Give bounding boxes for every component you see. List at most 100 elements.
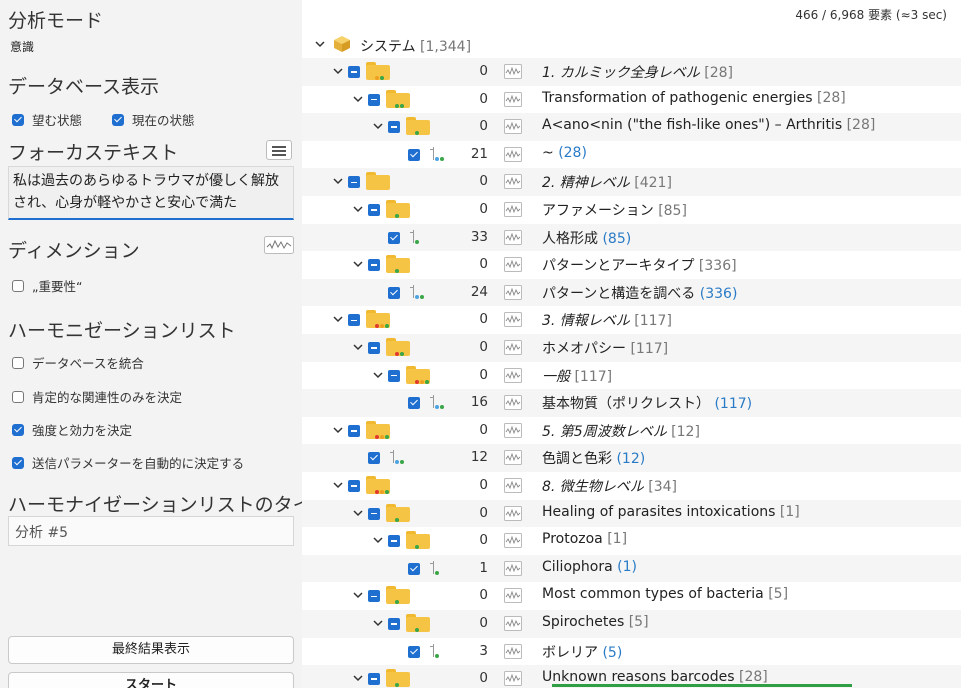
chevron-down-icon[interactable] — [332, 65, 344, 77]
tristate-checkbox-icon[interactable] — [368, 259, 380, 272]
positive-only-check[interactable]: 肯定的な関連性のみを決定 — [12, 387, 182, 406]
tristate-checkbox-icon[interactable] — [348, 176, 360, 189]
tree-row[interactable]: 3 ボレリア (5) — [302, 638, 961, 666]
waveform-icon[interactable] — [504, 257, 522, 273]
tristate-checkbox-icon[interactable] — [368, 204, 380, 216]
show-final-results-button[interactable]: 最終結果表示 — [8, 636, 294, 664]
chevron-down-icon[interactable] — [372, 617, 384, 629]
tree-row[interactable]: 0 1. カルミック全身レベル [28] — [302, 58, 961, 86]
tree-row[interactable]: 0 Spirochetes [5] — [302, 610, 961, 638]
waveform-icon[interactable] — [504, 284, 522, 300]
tristate-checkbox-icon[interactable] — [388, 618, 400, 630]
waveform-icon[interactable] — [504, 616, 522, 631]
checkbox-icon[interactable] — [408, 562, 420, 575]
tristate-checkbox-icon[interactable] — [368, 673, 380, 686]
chevron-down-icon[interactable] — [352, 258, 364, 270]
waveform-icon[interactable] — [504, 146, 522, 162]
dimension-importance-check[interactable]: „重要性“ — [12, 276, 82, 295]
waveform-icon[interactable] — [504, 229, 522, 245]
tree-row[interactable]: 0 2. 精神レベル [421] — [302, 168, 961, 196]
tristate-checkbox-icon[interactable] — [348, 66, 360, 78]
tristate-checkbox-icon[interactable] — [348, 424, 360, 437]
waveform-icon[interactable] — [504, 533, 522, 549]
tree-row[interactable]: 0 8. 微生物レベル [34] — [302, 472, 961, 500]
analysis-mode-value[interactable]: 意識 — [10, 38, 34, 55]
tree-row[interactable]: 0 アファメーション [85] — [302, 196, 961, 224]
chevron-down-icon[interactable] — [332, 313, 344, 325]
waveform-icon[interactable] — [504, 643, 522, 659]
waveform-icon[interactable] — [504, 91, 522, 107]
start-button[interactable]: スタート — [8, 672, 294, 688]
tristate-checkbox-icon[interactable] — [388, 369, 400, 382]
waveform-icon[interactable] — [504, 340, 522, 355]
chevron-down-icon[interactable] — [332, 175, 344, 187]
tristate-checkbox-icon[interactable] — [348, 480, 360, 492]
tristate-checkbox-icon[interactable] — [388, 121, 400, 134]
auto-params-check[interactable]: 送信パラメーターを自動的に決定する — [12, 453, 244, 472]
waveform-icon[interactable] — [504, 64, 522, 79]
chevron-down-icon[interactable] — [372, 120, 384, 132]
tree-row[interactable]: 0 A<ano<nin ("the fish-like ones") – Arth… — [302, 113, 961, 141]
tree-row[interactable]: 33 人格形成 (85) — [302, 223, 961, 252]
tristate-checkbox-icon[interactable] — [348, 314, 360, 327]
checkbox-icon[interactable] — [12, 390, 24, 403]
tristate-checkbox-icon[interactable] — [368, 507, 380, 520]
tristate-checkbox-icon[interactable] — [368, 590, 380, 603]
waveform-icon[interactable] — [504, 119, 522, 135]
chevron-down-icon[interactable] — [352, 672, 364, 684]
tree-row[interactable]: 0 パターンとアーキタイプ [336] — [302, 251, 961, 279]
tree-row[interactable]: 0 ホメオパシー [117] — [302, 334, 961, 362]
waveform-icon[interactable] — [504, 588, 522, 604]
waveform-icon[interactable] — [504, 174, 522, 190]
tree-row[interactable]: 24 パターンと構造を調べる (336) — [302, 278, 961, 307]
waveform-icon[interactable] — [504, 422, 522, 438]
checkbox-icon[interactable] — [408, 645, 420, 658]
chevron-down-icon[interactable] — [352, 341, 364, 353]
checkbox-icon[interactable] — [368, 452, 380, 465]
list-title-input[interactable]: 分析 #5 — [8, 516, 294, 546]
db-check-current[interactable]: 現在の状態 — [112, 110, 195, 129]
checkbox-icon[interactable] — [112, 113, 124, 126]
tree-row[interactable]: 0 Most common types of bacteria [5] — [302, 582, 961, 610]
waveform-icon[interactable] — [504, 505, 522, 521]
checkbox-icon[interactable] — [12, 279, 24, 292]
checkbox-icon[interactable] — [12, 113, 24, 126]
checkbox-icon[interactable] — [408, 397, 420, 410]
tree-row[interactable]: 0 Transformation of pathogenic energies [… — [302, 86, 961, 114]
chevron-down-icon[interactable] — [332, 424, 344, 436]
tristate-checkbox-icon[interactable] — [368, 93, 380, 106]
checkbox-icon[interactable] — [388, 231, 400, 244]
intensity-check[interactable]: 強度と効力を決定 — [12, 420, 132, 439]
tree-row[interactable]: 0 Healing of parasites intoxications [1] — [302, 499, 961, 528]
checkbox-icon[interactable] — [388, 286, 400, 299]
waveform-icon[interactable] — [504, 395, 522, 411]
tristate-checkbox-icon[interactable] — [388, 535, 400, 548]
focus-text-input[interactable]: 私は過去のあらゆるトラウマが優しく解放され、心身が軽やかさと安心で満た — [8, 166, 294, 220]
tree-row[interactable]: 16 基本物質（ポリクレスト） (117) — [302, 389, 961, 417]
checkbox-icon[interactable] — [408, 148, 420, 161]
chevron-down-icon[interactable] — [352, 507, 364, 519]
waveform-icon[interactable] — [504, 202, 522, 217]
tree-row[interactable]: 12 色調と色彩 (12) — [302, 444, 961, 472]
waveform-icon[interactable] — [504, 671, 522, 687]
chevron-down-icon[interactable] — [372, 534, 384, 546]
chevron-down-icon[interactable] — [314, 38, 326, 50]
chevron-down-icon[interactable] — [352, 203, 364, 215]
chevron-down-icon[interactable] — [332, 479, 344, 491]
db-check-desired[interactable]: 望む状態 — [12, 110, 82, 129]
waveform-icon[interactable] — [264, 236, 294, 254]
tree-root-label[interactable]: システム [1,344] — [360, 36, 471, 56]
chevron-down-icon[interactable] — [372, 369, 384, 381]
tree-row[interactable]: 0 5. 第5周波数レベル [12] — [302, 417, 961, 445]
tree-row[interactable]: 0 3. 情報レベル [117] — [302, 306, 961, 334]
merge-database-check[interactable]: データベースを統合 — [12, 353, 144, 372]
waveform-icon[interactable] — [504, 560, 522, 576]
tree-row[interactable]: 1 Ciliophora (1) — [302, 554, 961, 583]
tree-row[interactable]: 0 Protozoa [1] — [302, 527, 961, 555]
list-icon[interactable] — [266, 140, 292, 160]
waveform-icon[interactable] — [504, 478, 522, 493]
waveform-icon[interactable] — [504, 312, 522, 328]
waveform-icon[interactable] — [504, 450, 522, 466]
chevron-down-icon[interactable] — [352, 93, 364, 105]
waveform-icon[interactable] — [504, 367, 522, 383]
